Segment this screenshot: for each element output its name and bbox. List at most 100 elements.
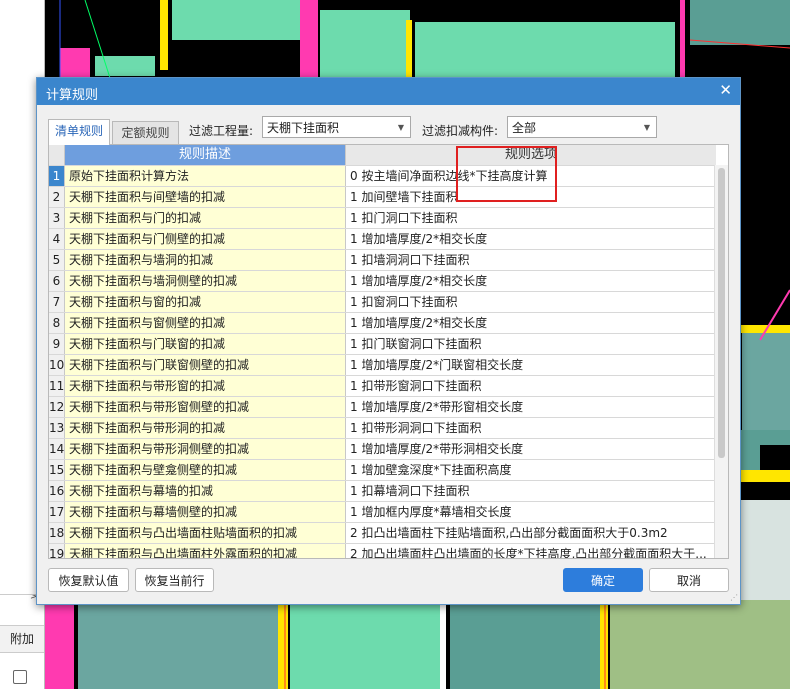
table-row[interactable]: 12 天棚下挂面积与带形窗侧壁的扣减 1 增加墙厚度/2*带形窗相交长度 xyxy=(49,396,715,418)
rule-description-cell: 天棚下挂面积与门联窗的扣减 xyxy=(65,334,346,355)
rule-description-cell: 天棚下挂面积与门侧壁的扣减 xyxy=(65,229,346,250)
rule-option-cell[interactable]: 1 增加墙厚度/2*相交长度 xyxy=(346,271,715,292)
row-number: 2 xyxy=(49,187,65,208)
rule-description-cell: 天棚下挂面积与间壁墙的扣减 xyxy=(65,187,346,208)
reset-default-button[interactable]: 恢复默认值 xyxy=(48,568,129,592)
rule-description-cell: 天棚下挂面积与凸出墙面柱贴墙面积的扣减 xyxy=(65,523,346,544)
chevron-down-icon: ▼ xyxy=(643,123,650,132)
row-number: 5 xyxy=(49,250,65,271)
rule-option-cell[interactable]: 2 扣凸出墙面柱下挂贴墙面积,凸出部分截面面积大于0.3m2 xyxy=(346,523,715,544)
filter-quantity-value: 天棚下挂面积 xyxy=(267,121,340,135)
calc-rule-dialog: 计算规则 ✕ 清单规则 定额规则 过滤工程量: 天棚下挂面积 ▼ 过滤扣减构件:… xyxy=(36,77,741,605)
rules-table: 规则描述 规则选项 1 原始下挂面积计算方法 0 按主墙间净面积边线*下挂高度计算 2… xyxy=(48,144,729,559)
rule-description-cell: 天棚下挂面积与带形洞侧壁的扣减 xyxy=(65,439,346,460)
rule-option-cell[interactable]: 2 加凸出墙面柱凸出墙面的长度*下挂高度,凸出部分截面面积大于... xyxy=(346,544,715,558)
close-icon[interactable]: ✕ xyxy=(719,82,732,99)
row-number: 6 xyxy=(49,271,65,292)
row-number: 9 xyxy=(49,334,65,355)
rule-option-cell[interactable]: 1 扣幕墙洞口下挂面积 xyxy=(346,481,715,502)
dialog-title: 计算规则 xyxy=(46,88,99,103)
row-number-header xyxy=(49,145,65,165)
row-number: 16 xyxy=(49,481,65,502)
row-number: 8 xyxy=(49,313,65,334)
rule-option-cell[interactable]: 1 增加墙厚度/2*相交长度 xyxy=(346,313,715,334)
table-row[interactable]: 5 天棚下挂面积与墙洞的扣减 1 扣墙洞洞口下挂面积 xyxy=(49,249,715,271)
rule-description-cell: 天棚下挂面积与幕墙的扣减 xyxy=(65,481,346,502)
cancel-button[interactable]: 取消 xyxy=(649,568,729,592)
filter-member-label: 过滤扣减构件: xyxy=(422,124,499,138)
rule-option-cell[interactable]: 1 扣门联窗洞口下挂面积 xyxy=(346,334,715,355)
table-row[interactable]: 14 天棚下挂面积与带形洞侧壁的扣减 1 增加墙厚度/2*带形洞相交长度 xyxy=(49,438,715,460)
row-number: 18 xyxy=(49,523,65,544)
rule-option-cell[interactable]: 1 扣带形洞洞口下挂面积 xyxy=(346,418,715,439)
rule-option-cell[interactable]: 1 增加墙厚度/2*门联窗相交长度 xyxy=(346,355,715,376)
tab-list-rules[interactable]: 清单规则 xyxy=(48,119,110,145)
rule-description-cell: 天棚下挂面积与带形窗侧壁的扣减 xyxy=(65,397,346,418)
rule-description-cell: 天棚下挂面积与门联窗侧壁的扣减 xyxy=(65,355,346,376)
rule-option-cell[interactable]: 1 扣窗洞口下挂面积 xyxy=(346,292,715,313)
table-row[interactable]: 11 天棚下挂面积与带形窗的扣减 1 扣带形窗洞口下挂面积 xyxy=(49,375,715,397)
table-row[interactable]: 18 天棚下挂面积与凸出墙面柱贴墙面积的扣减 2 扣凸出墙面柱下挂贴墙面积,凸出部分… xyxy=(49,522,715,544)
row-number: 10 xyxy=(49,355,65,376)
annotation-highlight-box xyxy=(456,146,557,202)
table-row[interactable]: 4 天棚下挂面积与门侧壁的扣减 1 增加墙厚度/2*相交长度 xyxy=(49,228,715,250)
rule-description-cell: 天棚下挂面积与带形洞的扣减 xyxy=(65,418,346,439)
reset-current-row-button[interactable]: 恢复当前行 xyxy=(135,568,214,592)
rule-description-cell: 天棚下挂面积与墙洞的扣减 xyxy=(65,250,346,271)
row-number: 19 xyxy=(49,544,65,558)
table-row[interactable]: 15 天棚下挂面积与壁龛侧壁的扣减 1 增加壁龛深度*下挂面积高度 xyxy=(49,459,715,481)
rule-description-cell: 天棚下挂面积与墙洞侧壁的扣减 xyxy=(65,271,346,292)
row-number: 15 xyxy=(49,460,65,481)
filter-member-select[interactable]: 全部 ▼ xyxy=(507,116,657,138)
column-header-description[interactable]: 规则描述 xyxy=(65,145,346,165)
column-header-attach: 附加 xyxy=(0,625,44,653)
row-number: 4 xyxy=(49,229,65,250)
tab-quota-rules[interactable]: 定额规则 xyxy=(112,121,179,144)
rule-option-cell[interactable]: 1 增加墙厚度/2*相交长度 xyxy=(346,229,715,250)
rule-option-cell[interactable]: 1 扣门洞口下挂面积 xyxy=(346,208,715,229)
row-number: 7 xyxy=(49,292,65,313)
rule-description-cell: 天棚下挂面积与凸出墙面柱外露面积的扣减 xyxy=(65,544,346,558)
attach-checkbox[interactable] xyxy=(13,670,27,684)
chevron-down-icon: ▼ xyxy=(397,123,404,132)
table-row[interactable]: 8 天棚下挂面积与窗侧壁的扣减 1 增加墙厚度/2*相交长度 xyxy=(49,312,715,334)
row-number: 14 xyxy=(49,439,65,460)
rule-option-cell[interactable]: 1 增加框内厚度*幕墙相交长度 xyxy=(346,502,715,523)
table-row[interactable]: 9 天棚下挂面积与门联窗的扣减 1 扣门联窗洞口下挂面积 xyxy=(49,333,715,355)
rule-description-cell: 天棚下挂面积与窗侧壁的扣减 xyxy=(65,313,346,334)
rule-description-cell: 天棚下挂面积与幕墙侧壁的扣减 xyxy=(65,502,346,523)
rule-description-cell: 天棚下挂面积与壁龛侧壁的扣减 xyxy=(65,460,346,481)
row-number: 12 xyxy=(49,397,65,418)
table-row[interactable]: 10 天棚下挂面积与门联窗侧壁的扣减 1 增加墙厚度/2*门联窗相交长度 xyxy=(49,354,715,376)
rule-option-cell[interactable]: 1 扣带形窗洞口下挂面积 xyxy=(346,376,715,397)
rule-description-cell: 天棚下挂面积与窗的扣减 xyxy=(65,292,346,313)
resize-grip-icon[interactable]: ⋰ xyxy=(730,593,738,602)
ok-button[interactable]: 确定 xyxy=(563,568,643,592)
filter-member-value: 全部 xyxy=(512,121,537,135)
table-row[interactable]: 7 天棚下挂面积与窗的扣减 1 扣窗洞口下挂面积 xyxy=(49,291,715,313)
rule-option-cell[interactable]: 1 增加墙厚度/2*带形洞相交长度 xyxy=(346,439,715,460)
table-row[interactable]: 3 天棚下挂面积与门的扣减 1 扣门洞口下挂面积 xyxy=(49,207,715,229)
table-row[interactable]: 19 天棚下挂面积与凸出墙面柱外露面积的扣减 2 加凸出墙面柱凸出墙面的长度*下挂高… xyxy=(49,543,715,558)
table-row[interactable]: 6 天棚下挂面积与墙洞侧壁的扣减 1 增加墙厚度/2*相交长度 xyxy=(49,270,715,292)
row-number: 1 xyxy=(49,166,65,187)
rule-option-cell[interactable]: 1 增加壁龛深度*下挂面积高度 xyxy=(346,460,715,481)
rule-option-cell[interactable]: 1 扣墙洞洞口下挂面积 xyxy=(346,250,715,271)
filter-quantity-select[interactable]: 天棚下挂面积 ▼ xyxy=(262,116,411,138)
table-row[interactable]: 17 天棚下挂面积与幕墙侧壁的扣减 1 增加框内厚度*幕墙相交长度 xyxy=(49,501,715,523)
row-number: 13 xyxy=(49,418,65,439)
vertical-scrollbar[interactable] xyxy=(714,165,728,558)
table-row[interactable]: 13 天棚下挂面积与带形洞的扣减 1 扣带形洞洞口下挂面积 xyxy=(49,417,715,439)
dialog-title-bar[interactable]: 计算规则 ✕ xyxy=(37,78,740,105)
scrollbar-thumb[interactable] xyxy=(718,168,725,458)
row-number: 11 xyxy=(49,376,65,397)
rule-option-cell[interactable]: 1 增加墙厚度/2*带形窗相交长度 xyxy=(346,397,715,418)
rule-description-cell: 天棚下挂面积与带形窗的扣减 xyxy=(65,376,346,397)
table-row[interactable]: 16 天棚下挂面积与幕墙的扣减 1 扣幕墙洞口下挂面积 xyxy=(49,480,715,502)
table-row[interactable]: 1 原始下挂面积计算方法 0 按主墙间净面积边线*下挂高度计算 xyxy=(49,165,715,187)
table-row[interactable]: 2 天棚下挂面积与间壁墙的扣减 1 加间壁墙下挂面积 xyxy=(49,186,715,208)
row-number: 3 xyxy=(49,208,65,229)
rule-description-cell: 天棚下挂面积与门的扣减 xyxy=(65,208,346,229)
filter-quantity-label: 过滤工程量: xyxy=(189,124,254,138)
rule-description-cell: 原始下挂面积计算方法 xyxy=(65,166,346,187)
